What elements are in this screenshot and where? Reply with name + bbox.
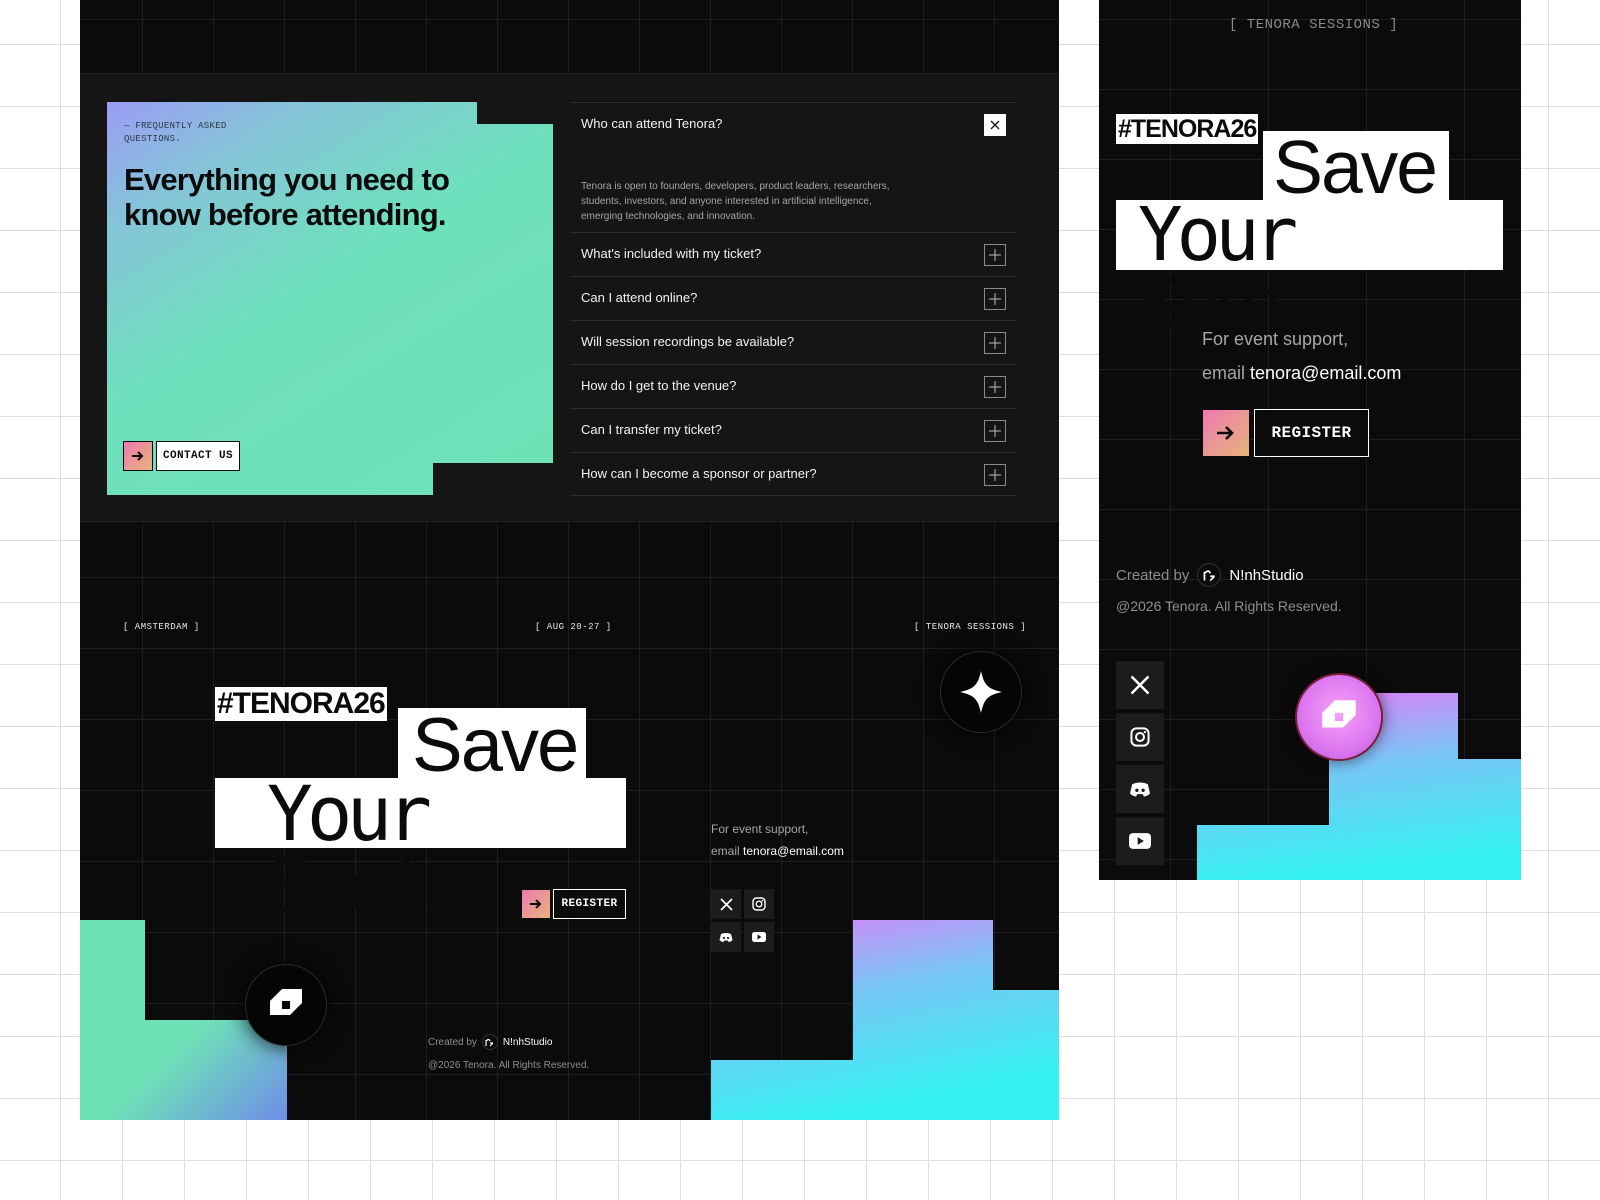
faq-item[interactable]: How can I become a sponsor or partner? — [570, 452, 1017, 496]
close-icon[interactable] — [984, 114, 1006, 136]
copyright-text: @2026 Tenora. All Rights Reserved. — [428, 1060, 590, 1071]
studio-name[interactable]: N!nhStudio — [503, 1037, 552, 1048]
support-text: For event support, email tenora@email.co… — [1202, 322, 1401, 390]
discord-icon[interactable] — [1116, 765, 1164, 813]
tenora-logo-icon — [1322, 700, 1356, 728]
hashtag-label: #TENORA26 — [1116, 114, 1259, 144]
arrow-right-icon — [132, 451, 144, 461]
violet-cyan-gradient-block — [711, 920, 1059, 1120]
register-arrow-button[interactable] — [1202, 409, 1250, 457]
faq-kicker: — FREQUENTLY ASKED QUESTIONS. — [124, 121, 227, 144]
faq-question: Who can attend Tenora? — [581, 116, 723, 131]
support-line: For event support, — [711, 822, 809, 836]
support-email-line: email tenora@email.com — [1202, 356, 1401, 390]
faq-accordion: Who can attend Tenora? Tenora is open to… — [570, 102, 1017, 496]
card-notch — [477, 102, 553, 124]
faq-item[interactable]: Can I transfer my ticket? — [570, 408, 1017, 452]
arrow-right-icon — [530, 899, 542, 909]
plus-icon[interactable] — [984, 244, 1006, 266]
faq-question: What's included with my ticket? — [581, 246, 762, 261]
register-button[interactable]: REGISTER — [553, 889, 626, 919]
faq-section: — FREQUENTLY ASKED QUESTIONS. Everything… — [80, 74, 1059, 522]
register-button[interactable]: REGISTER — [1254, 409, 1369, 457]
faq-intro-card: — FREQUENTLY ASKED QUESTIONS. Everything… — [107, 102, 553, 495]
plus-icon[interactable] — [984, 288, 1006, 310]
dates-tag: [ AUG 20-27 ] — [535, 622, 612, 632]
created-by-label: Created by — [1116, 566, 1190, 584]
tenora-logo-icon — [270, 989, 302, 1015]
support-email-line: email tenora@email.com — [711, 840, 844, 862]
sparkle-badge — [941, 652, 1021, 732]
logo-badge — [1297, 675, 1381, 759]
faq-item[interactable]: Will session recordings be available? — [570, 320, 1017, 364]
plus-icon[interactable] — [984, 464, 1006, 486]
created-by-label: Created by — [428, 1036, 477, 1048]
location-tag: [ AMSTERDAM ] — [123, 622, 200, 632]
credit-line: Created by N!nhStudio — [428, 1034, 552, 1050]
headline-your-spot: Your Spot. — [215, 776, 626, 924]
contact-arrow-button[interactable] — [123, 441, 153, 471]
headline-save: Save — [1263, 130, 1449, 205]
top-grid-strip — [80, 0, 1059, 74]
plus-icon[interactable] — [984, 332, 1006, 354]
youtube-icon[interactable] — [1116, 817, 1164, 865]
desktop-page: — FREQUENTLY ASKED QUESTIONS. Everything… — [80, 0, 1059, 1120]
support-prefix: email — [1202, 363, 1246, 383]
contact-us-button[interactable]: CONTACT US — [156, 441, 240, 471]
card-notch — [433, 463, 553, 495]
support-text: For event support, email tenora@email.co… — [711, 818, 844, 862]
faq-item[interactable]: Can I attend online? — [570, 276, 1017, 320]
logo-badge — [246, 965, 326, 1045]
copyright-text: @2026 Tenora. All Rights Reserved. — [1116, 598, 1342, 614]
faq-question: Will session recordings be available? — [581, 334, 795, 349]
instagram-icon[interactable] — [1116, 713, 1164, 761]
hero-section: [ AMSTERDAM ] [ AUG 20-27 ] [ TENORA SES… — [80, 522, 1059, 1120]
faq-title: Everything you need to know before atten… — [124, 162, 450, 232]
studio-name[interactable]: N!nhStudio — [1229, 567, 1303, 584]
headline-save: Save — [398, 708, 586, 784]
arrow-right-icon — [1217, 426, 1234, 440]
faq-item[interactable]: How do I get to the venue? — [570, 364, 1017, 408]
plus-icon[interactable] — [984, 420, 1006, 442]
hashtag-label: #TENORA26 — [215, 687, 387, 721]
faq-answer: Tenora is open to founders, developers, … — [581, 181, 890, 222]
sessions-tag: [ TENORA SESSIONS ] — [1229, 17, 1399, 33]
ninhstudio-logo-icon — [481, 1034, 498, 1050]
x-icon[interactable] — [1116, 661, 1164, 709]
faq-question: Can I attend online? — [581, 290, 698, 305]
support-email-link[interactable]: tenora@email.com — [743, 844, 844, 858]
credit-line: Created by N!nhStudio — [1116, 563, 1304, 587]
headline-your-spot: Your Spot. — [1116, 198, 1503, 342]
sessions-tag: [ TENORA SESSIONS ] — [914, 622, 1027, 632]
support-email-link[interactable]: tenora@email.com — [1250, 363, 1401, 383]
plus-icon[interactable] — [984, 376, 1006, 398]
faq-item[interactable]: Who can attend Tenora? Tenora is open to… — [570, 102, 1017, 232]
mobile-page: [ TENORA SESSIONS ] #TENORA26 Save Your … — [1099, 0, 1521, 880]
x-icon[interactable] — [711, 889, 741, 919]
support-line: For event support, — [1202, 329, 1349, 349]
faq-question: How can I become a sponsor or partner? — [581, 466, 817, 481]
sparkle-icon — [960, 671, 1002, 713]
faq-question: Can I transfer my ticket? — [581, 422, 722, 437]
faq-question: How do I get to the venue? — [581, 378, 737, 393]
ninhstudio-logo-icon — [1197, 563, 1222, 587]
instagram-icon[interactable] — [744, 889, 774, 919]
faq-item[interactable]: What's included with my ticket? — [570, 232, 1017, 276]
register-arrow-button[interactable] — [521, 889, 551, 919]
support-prefix: email — [711, 844, 740, 858]
